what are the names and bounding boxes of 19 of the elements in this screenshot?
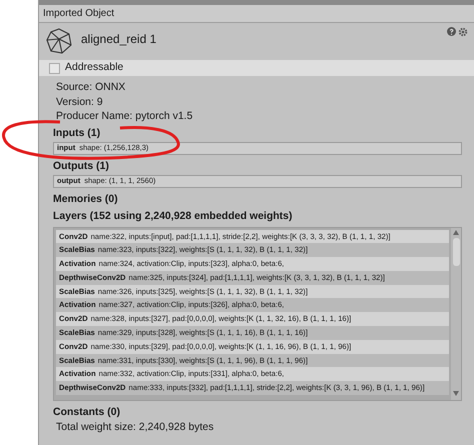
section-heading: Constants (0)	[53, 404, 122, 420]
section-heading: Outputs (1)	[53, 158, 110, 174]
panel-title: Imported Object	[39, 5, 474, 23]
section-heading: Memories (0)	[53, 192, 119, 206]
settings-icon[interactable]	[458, 27, 468, 37]
mesh-icon	[45, 27, 73, 55]
scroll-down-icon[interactable]	[453, 390, 459, 396]
object-name: aligned_reid 1	[81, 31, 156, 48]
checkbox[interactable]	[49, 62, 60, 74]
scroll-thumb[interactable]	[452, 238, 460, 266]
scroll-up-icon[interactable]	[453, 230, 459, 234]
info-text: Version: 9	[55, 94, 104, 109]
total-text: Total weight size: 2,240,928 bytes	[55, 420, 215, 434]
help-icon[interactable]	[446, 27, 456, 36]
info-text: Producer Name: pytorch v1.5	[55, 109, 194, 124]
section-heading: Layers (152 using 2,240,928 embedded weights)	[53, 208, 294, 224]
section-heading: Inputs (1)	[53, 126, 102, 140]
info-text: Source: ONNX	[55, 80, 126, 94]
checkbox-label: Addressable	[65, 60, 124, 76]
